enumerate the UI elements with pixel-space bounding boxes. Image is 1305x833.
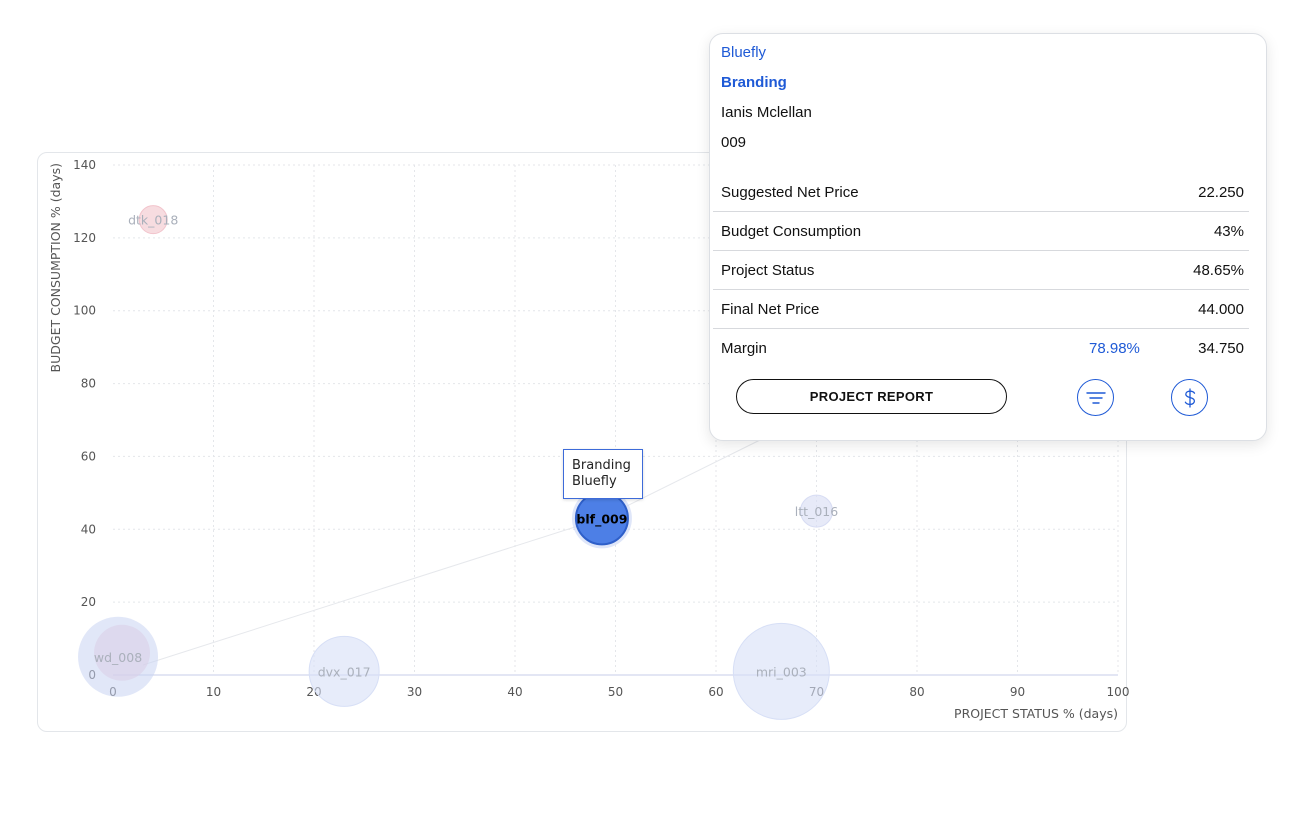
x-tick-label: 100	[1107, 685, 1130, 699]
filter-lines-icon	[1085, 391, 1106, 404]
row-suggested-net-price: Suggested Net Price 22.250	[713, 173, 1249, 212]
row-value: 34.750	[1198, 340, 1244, 357]
project-name[interactable]: Branding	[721, 74, 787, 91]
tooltip-client: Bluefly	[572, 474, 617, 489]
x-tick-label: 90	[1010, 685, 1025, 699]
project-code: 009	[721, 134, 747, 151]
row-value: 44.000	[1198, 301, 1244, 318]
project-report-button[interactable]: PROJECT REPORT	[736, 379, 1007, 414]
row-label: Final Net Price	[721, 301, 820, 318]
y-tick-label: 80	[81, 377, 96, 391]
y-tick-label: 60	[81, 449, 96, 463]
tooltip-project: Branding	[572, 458, 631, 473]
y-tick-label: 40	[81, 522, 96, 536]
bubble-label: blf_009	[576, 511, 627, 527]
row-label: Project Status	[721, 262, 815, 279]
x-tick-label: 50	[608, 685, 623, 699]
filter-button[interactable]	[1077, 379, 1114, 416]
bubble-label: dtk_018	[128, 213, 178, 228]
x-tick-label: 10	[206, 685, 221, 699]
x-tick-label: 40	[507, 685, 522, 699]
bubble-label: ltt_016	[795, 504, 838, 519]
margin-percent: 78.98%	[1089, 340, 1140, 357]
row-final-net-price: Final Net Price 44.000	[713, 290, 1249, 329]
manager-name: Ianis Mclellan	[721, 104, 812, 121]
project-detail-panel: Bluefly Branding Ianis Mclellan 009 Sugg…	[709, 33, 1267, 441]
row-label: Suggested Net Price	[721, 184, 859, 201]
row-margin: Margin 78.98% 34.750	[713, 329, 1249, 368]
y-tick-label: 20	[81, 595, 96, 609]
x-tick-label: 80	[909, 685, 924, 699]
row-project-status: Project Status 48.65%	[713, 251, 1249, 290]
row-label: Budget Consumption	[721, 223, 862, 240]
bubble-label: wd_008	[94, 650, 142, 665]
price-button[interactable]	[1171, 379, 1208, 416]
dollar-icon	[1184, 387, 1195, 408]
y-axis-title: BUDGET CONSUMPTION % (days)	[48, 163, 63, 372]
bubble-tooltip: Branding Bluefly	[563, 449, 643, 499]
y-tick-label: 100	[73, 304, 96, 318]
row-label: Margin	[721, 340, 767, 357]
y-tick-label: 120	[73, 231, 96, 245]
row-budget-consumption: Budget Consumption 43%	[713, 212, 1249, 251]
x-axis-title: PROJECT STATUS % (days)	[954, 706, 1118, 721]
x-tick-label: 30	[407, 685, 422, 699]
row-value: 43%	[1213, 223, 1244, 240]
y-tick-label: 140	[73, 158, 96, 172]
client-name[interactable]: Bluefly	[721, 44, 766, 61]
bubble-label: dvx_017	[318, 664, 371, 679]
connector-line	[142, 517, 603, 666]
row-value: 22.250	[1198, 184, 1244, 201]
x-tick-label: 60	[708, 685, 723, 699]
bubble-label: mri_003	[756, 664, 807, 679]
row-value: 48.65%	[1193, 262, 1244, 279]
